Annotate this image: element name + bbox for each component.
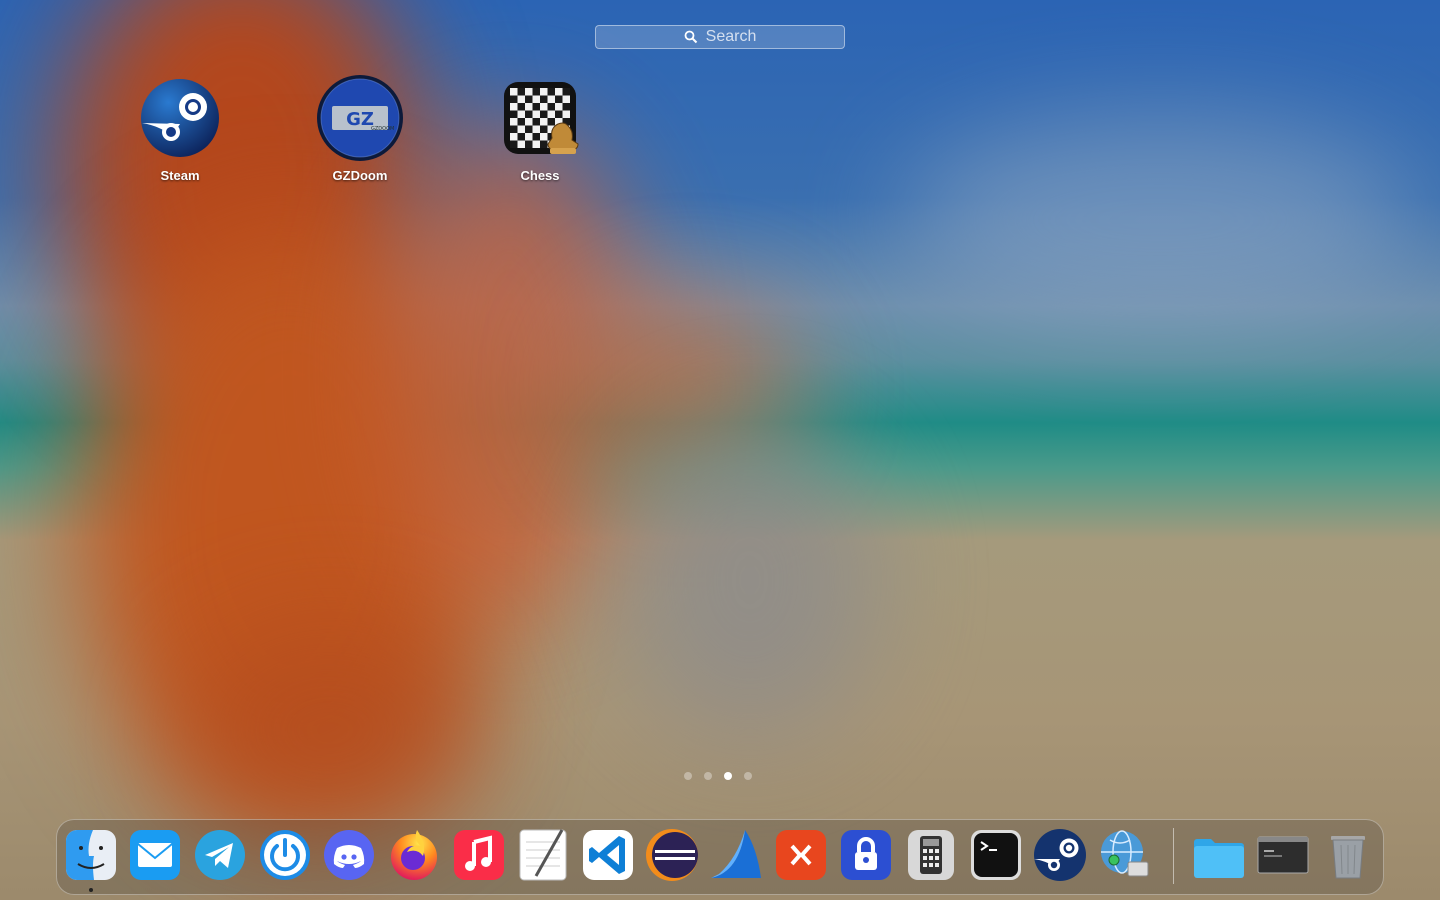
remote-desktop-icon [776,830,826,880]
dock-textedit[interactable] [516,828,570,882]
app-chess[interactable]: Chess [480,74,600,184]
running-indicator [89,888,93,892]
steam-icon [1034,829,1086,881]
gzdoom-logo-text: GZDOOM [371,126,394,132]
dock-mail[interactable] [128,828,182,882]
dock-wireshark[interactable] [709,828,763,882]
dock-remote-desktop[interactable] [774,828,828,882]
dock-update[interactable] [258,828,312,882]
dock-terminal[interactable] [969,828,1023,882]
terminal-icon [971,830,1021,880]
trash-icon [1331,836,1365,879]
eclipse-icon [646,829,698,881]
app-gzdoom[interactable]: GZ GZDOOM GZDoom [300,74,420,184]
svg-text:GZ: GZ [346,109,374,130]
page-dot-active[interactable] [724,772,732,780]
mail-icon [130,830,180,880]
dock-firefox[interactable] [387,828,441,882]
dock-network-utility[interactable] [1098,828,1152,882]
textedit-icon [519,829,567,881]
folder-icon [1194,839,1244,878]
page-dot[interactable] [704,772,712,780]
dock-vscode[interactable] [581,828,635,882]
vscode-icon [583,830,633,880]
search-field[interactable]: Search [595,25,845,49]
page-dot[interactable] [744,772,752,780]
page-dot[interactable] [684,772,692,780]
chess-icon [496,74,584,162]
search-icon [684,30,697,44]
lock-icon [841,830,891,880]
gzdoom-icon: GZ GZDOOM [316,74,404,162]
dock-folder[interactable] [1192,828,1246,882]
dock-finder[interactable] [64,828,118,882]
firefox-icon [391,830,437,880]
steam-icon [136,74,224,162]
dock-separator [1173,828,1174,884]
search-placeholder: Search [705,28,757,45]
app-steam[interactable]: Steam [120,74,240,184]
dock-discord[interactable] [322,828,376,882]
dock-calculator[interactable] [904,828,958,882]
app-label: GZDoom [332,168,388,183]
dock-steam[interactable] [1033,828,1087,882]
page-indicator [684,772,752,780]
wireshark-icon [711,830,761,878]
dock-eclipse[interactable] [645,828,699,882]
network-globe-icon [1101,830,1149,877]
dock-window[interactable] [1256,828,1310,882]
dock-trash[interactable] [1321,828,1375,882]
dock-lock[interactable] [839,828,893,882]
app-label: Steam [160,168,200,183]
dock-music[interactable] [452,828,506,882]
window-icon [1257,836,1309,874]
music-icon [454,830,504,880]
finder-icon [66,830,116,880]
telegram-icon [195,830,245,880]
discord-icon [324,830,374,880]
update-icon [260,830,310,880]
calculator-icon [908,830,954,880]
dock-telegram[interactable] [193,828,247,882]
app-label: Chess [520,168,560,183]
